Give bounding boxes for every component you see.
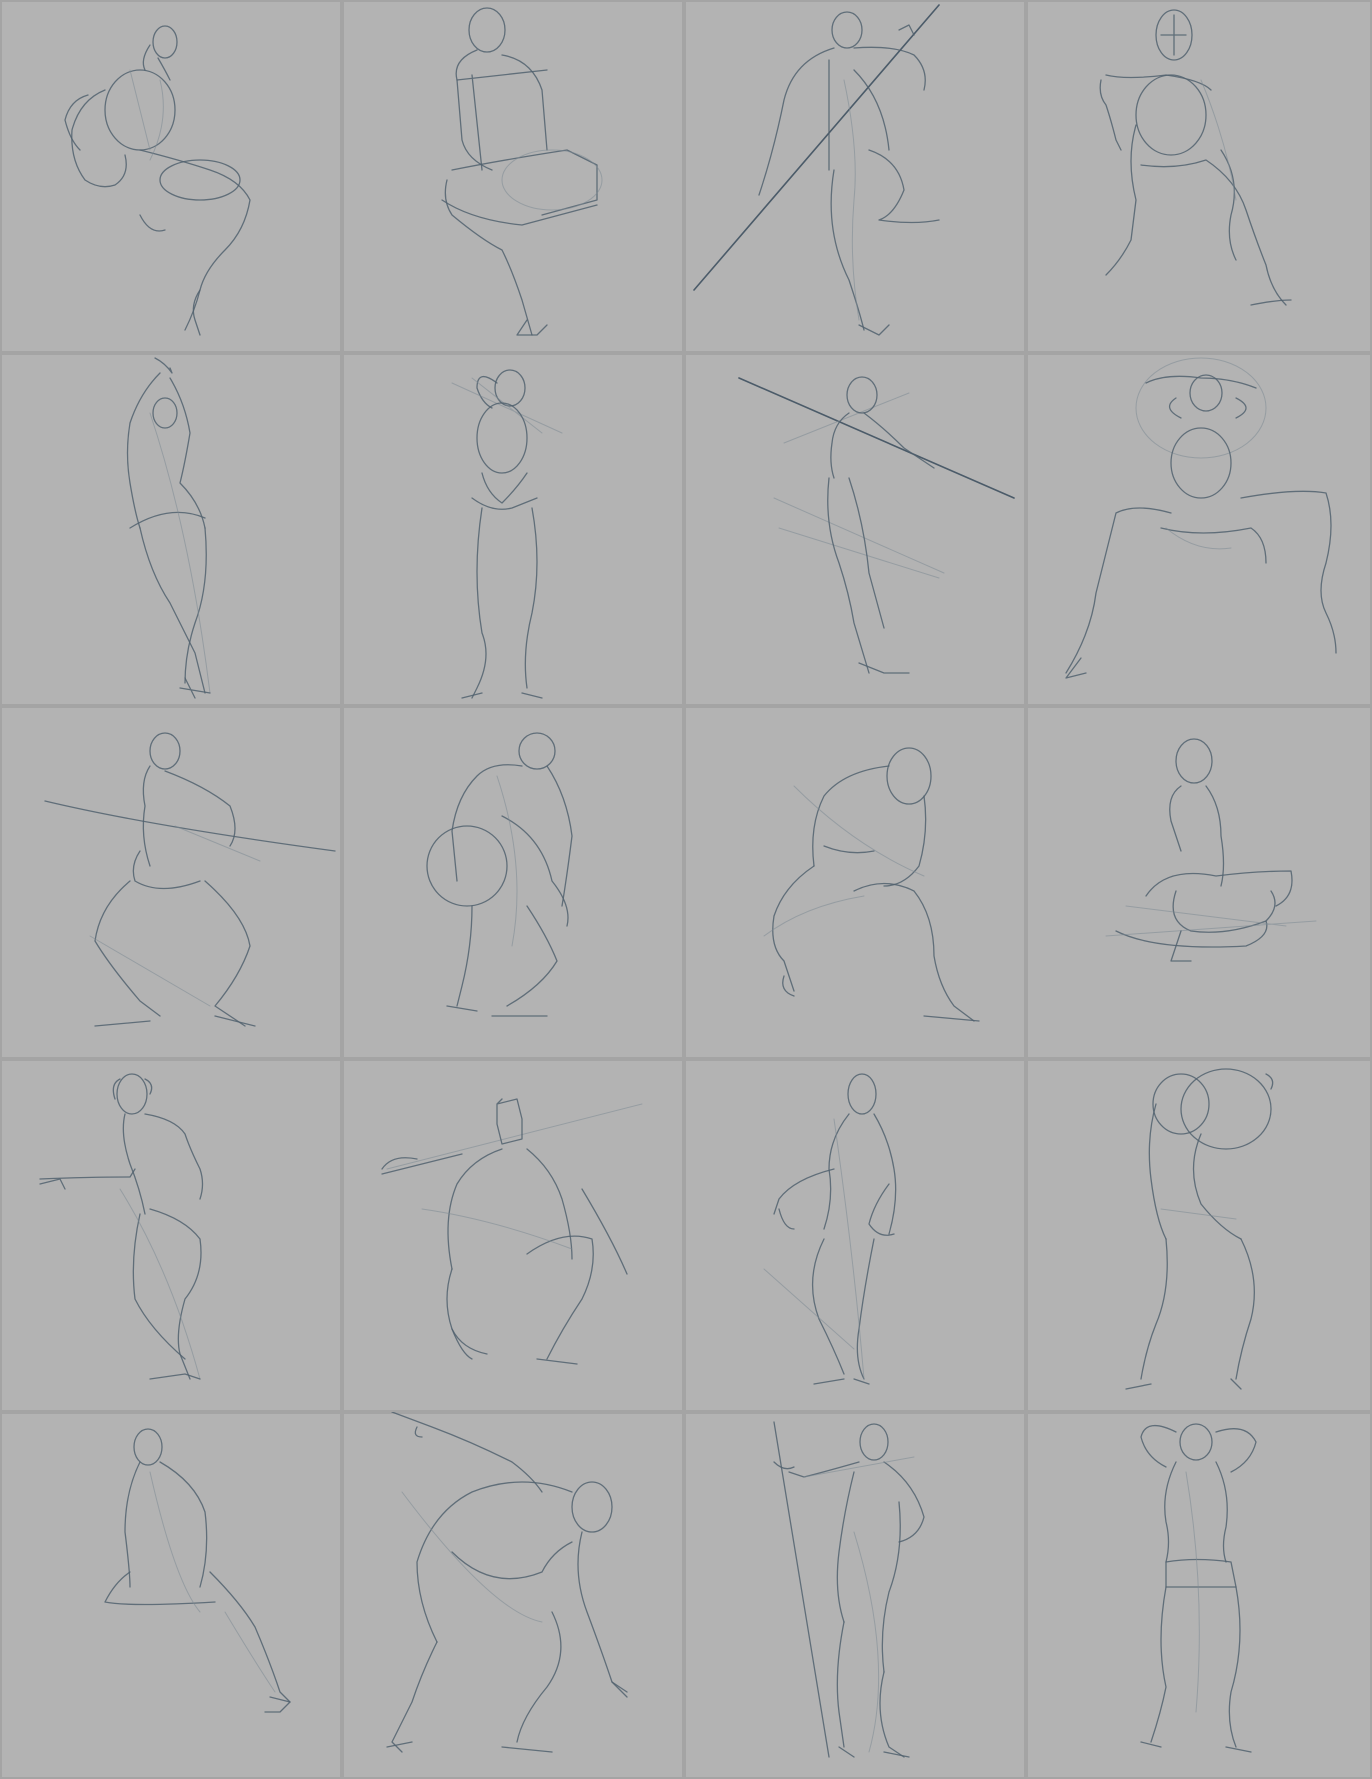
pose-sketch-1 <box>64 25 251 336</box>
pose-panel-seated-holding-object <box>1026 0 1372 353</box>
pose-sketch-17 <box>104 1428 291 1713</box>
pose-panel-standing-arm-extended-with-line <box>684 353 1026 706</box>
pose-sketch-18 <box>386 1412 628 1753</box>
pose-panel-kneeling-back-view <box>0 1412 342 1779</box>
pose-panel-standing-holding-staff <box>684 1412 1026 1779</box>
pose-panel-standing-arms-raised-behind-head <box>1026 1059 1372 1412</box>
pose-sketch-19 <box>773 1421 925 1758</box>
pose-panel-standing-with-staff-diagonal <box>684 0 1026 353</box>
pose-panel-standing-contrapposto-arm-bent <box>684 1059 1026 1412</box>
pose-sketch-20 <box>1140 1423 1257 1753</box>
pose-panel-standing-arm-overhead <box>0 353 342 706</box>
pose-sketch-5 <box>126 357 211 699</box>
pose-sketch-10 <box>426 732 573 1017</box>
pose-panel-stepping-arm-pointing <box>0 1059 342 1412</box>
pose-panel-standing-hands-behind-head <box>1026 1412 1372 1779</box>
pose-sketch-11 <box>763 747 980 1022</box>
pose-panel-seated-leg-raised <box>0 0 342 353</box>
pose-sketch-9 <box>44 732 336 1027</box>
pose-panel-seated-legs-spread-arms-up <box>1026 353 1372 706</box>
pose-panel-bending-forward-reaching <box>342 1412 684 1779</box>
pose-panel-seated-on-box-back-view <box>342 0 684 353</box>
sketch-sheet <box>0 0 1372 1779</box>
pose-sketch-15 <box>763 1073 897 1385</box>
pose-panel-standing-back-view-hand-on-head <box>342 353 684 706</box>
pose-panel-crouching-back-view <box>342 706 684 1059</box>
pose-panel-lunging-forward <box>684 706 1026 1059</box>
pose-sketch-14 <box>381 1098 643 1365</box>
pose-sketch-6 <box>451 369 563 699</box>
pose-sketch-2 <box>441 7 603 336</box>
pose-panel-kneeling-seated-on-floor <box>1026 706 1372 1059</box>
pose-sketch-12 <box>1105 738 1317 962</box>
pose-grid <box>0 0 1372 1779</box>
pose-sketch-16 <box>1125 1068 1274 1390</box>
pose-panel-crouching-with-box-head-line <box>342 1059 684 1412</box>
pose-sketch-4 <box>1099 9 1292 306</box>
pose-sketch-7 <box>738 376 1015 674</box>
pose-sketch-3 <box>693 4 940 336</box>
pose-panel-squatting-with-staff <box>0 706 342 1059</box>
pose-sketch-13 <box>39 1073 204 1380</box>
pose-sketch-8 <box>1065 357 1337 679</box>
